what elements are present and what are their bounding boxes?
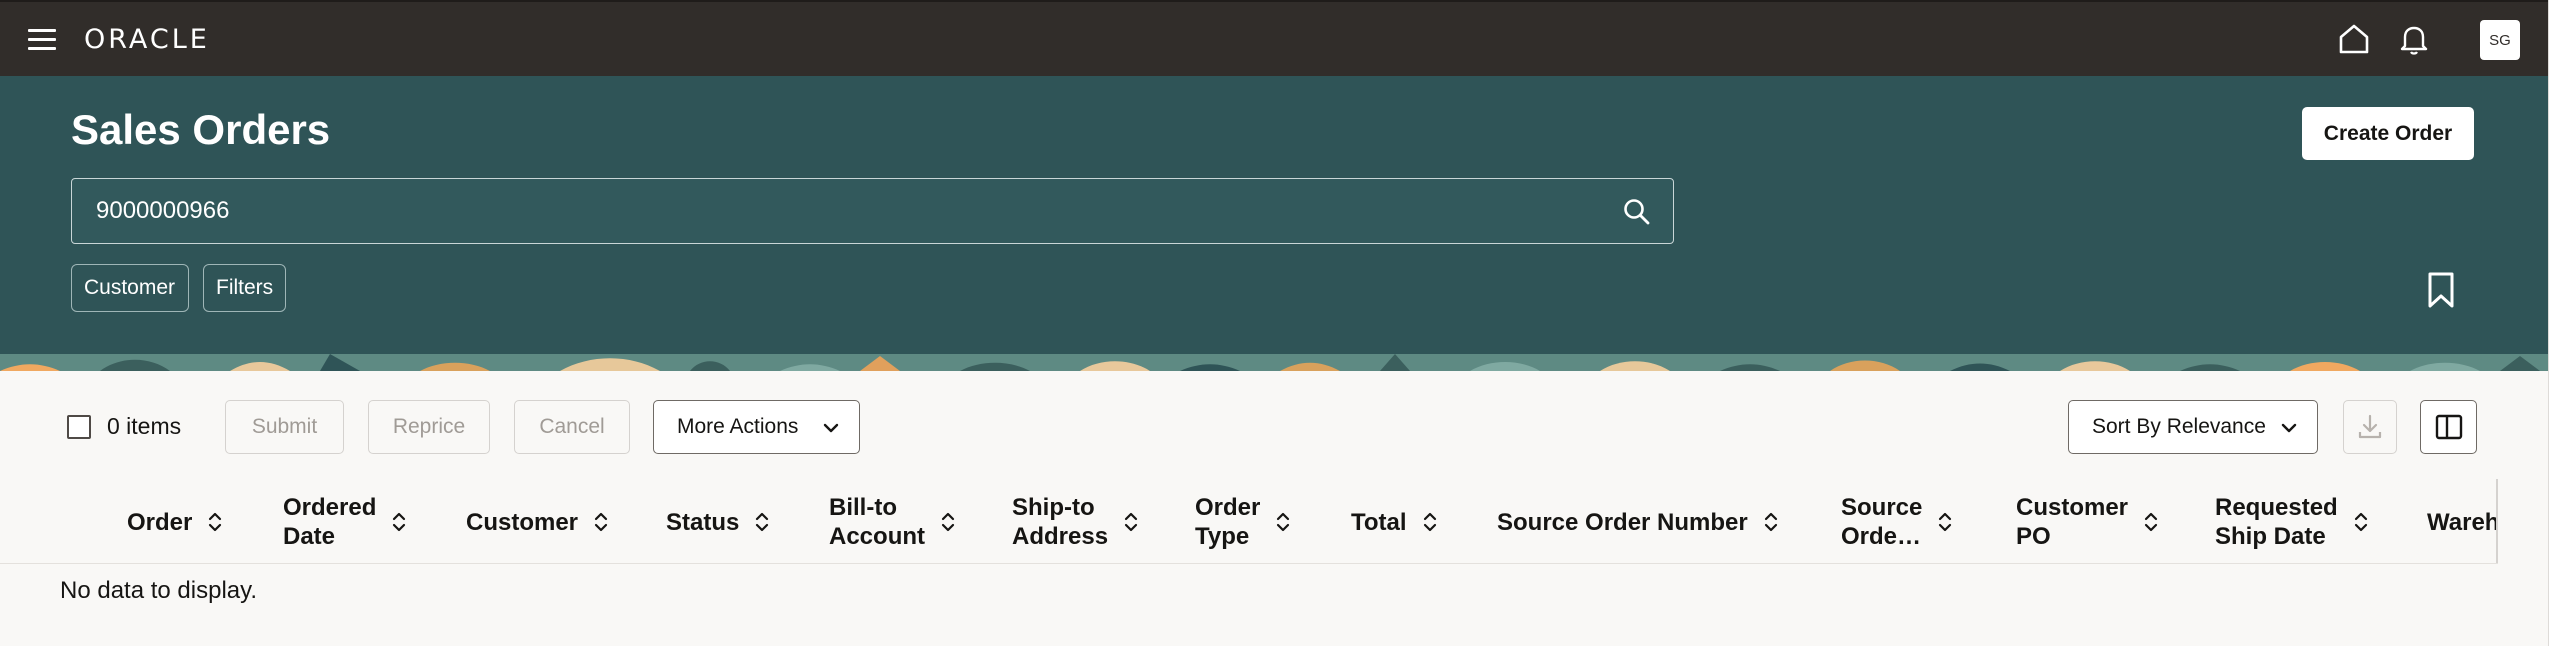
- notifications-bell-icon[interactable]: [2395, 20, 2433, 58]
- sort-icon: [756, 512, 769, 532]
- column-header-order-type[interactable]: Order Type: [1195, 492, 1292, 552]
- sort-icon: [2354, 512, 2367, 532]
- sort-by-label: Sort By Relevance: [2092, 415, 2266, 438]
- empty-table-message: No data to display.: [60, 577, 258, 604]
- columns-panel-icon: [2435, 414, 2462, 440]
- column-divider[interactable]: [2496, 479, 2498, 563]
- sort-by-dropdown[interactable]: Sort By Relevance: [2068, 400, 2318, 454]
- sort-icon: [1939, 512, 1952, 532]
- search-input[interactable]: 9000000966: [71, 178, 1674, 244]
- more-actions-button[interactable]: More Actions: [653, 400, 860, 454]
- sort-icon: [1423, 512, 1436, 532]
- table-header: Order Ordered Date Customer Status Bill-…: [0, 479, 2498, 564]
- column-header-ordered-date[interactable]: Ordered Date: [283, 492, 408, 552]
- column-header-customer-po[interactable]: Customer PO: [2016, 492, 2160, 552]
- home-icon[interactable]: [2335, 20, 2373, 58]
- page-header: Sales Orders Create Order 9000000966 Cus…: [0, 76, 2548, 354]
- user-avatar[interactable]: SG: [2480, 20, 2520, 60]
- search-input-value[interactable]: 9000000966: [96, 197, 229, 225]
- sort-icon: [1764, 512, 1777, 532]
- sort-icon: [2144, 512, 2158, 532]
- column-header-status[interactable]: Status: [666, 492, 771, 552]
- column-header-ship-to-address[interactable]: Ship-to Address: [1012, 492, 1140, 552]
- page-title: Sales Orders: [71, 106, 331, 153]
- more-actions-label: More Actions: [677, 415, 799, 438]
- create-order-button[interactable]: Create Order: [2302, 107, 2474, 160]
- sort-icon: [209, 512, 222, 532]
- sort-icon: [1124, 512, 1138, 532]
- sort-icon: [393, 512, 406, 532]
- decorative-pattern-band: [0, 354, 2548, 371]
- column-header-source-order-number[interactable]: Source Order Number: [1497, 492, 1780, 552]
- column-header-customer[interactable]: Customer: [466, 492, 610, 552]
- bookmark-icon[interactable]: [2423, 270, 2459, 310]
- sort-icon: [594, 512, 608, 532]
- column-layout-button[interactable]: [2420, 400, 2477, 454]
- download-icon: [2358, 414, 2382, 439]
- download-button[interactable]: [2343, 400, 2397, 454]
- select-all-checkbox[interactable]: [67, 415, 91, 439]
- sort-icon: [1277, 512, 1290, 532]
- menu-icon[interactable]: [24, 25, 60, 55]
- sort-icon: [941, 512, 955, 532]
- column-header-warehouse[interactable]: Wareh: [2427, 492, 2498, 552]
- column-header-total[interactable]: Total: [1351, 492, 1439, 552]
- global-header: ORACLE SG: [0, 0, 2548, 76]
- vertical-scrollbar[interactable]: [2548, 0, 2559, 646]
- chevron-down-icon: [823, 423, 839, 433]
- filters-chip[interactable]: Filters: [203, 264, 286, 312]
- search-icon[interactable]: [1621, 196, 1653, 228]
- oracle-logo[interactable]: ORACLE: [84, 24, 210, 55]
- customer-filter-chip[interactable]: Customer: [71, 264, 189, 312]
- items-count: 0 items: [107, 413, 182, 439]
- column-header-bill-to-account[interactable]: Bill-to Account: [829, 492, 957, 552]
- column-header-source-order-system[interactable]: Source Orde…: [1841, 492, 1954, 552]
- reprice-button[interactable]: Reprice: [368, 400, 490, 454]
- cancel-button[interactable]: Cancel: [514, 400, 630, 454]
- column-header-requested-ship-date[interactable]: Requested Ship Date: [2215, 492, 2370, 552]
- submit-button[interactable]: Submit: [225, 400, 344, 454]
- results-panel: 0 items Submit Reprice Cancel More Actio…: [0, 371, 2548, 646]
- chevron-down-icon: [2281, 423, 2297, 433]
- column-header-order[interactable]: Order: [127, 492, 224, 552]
